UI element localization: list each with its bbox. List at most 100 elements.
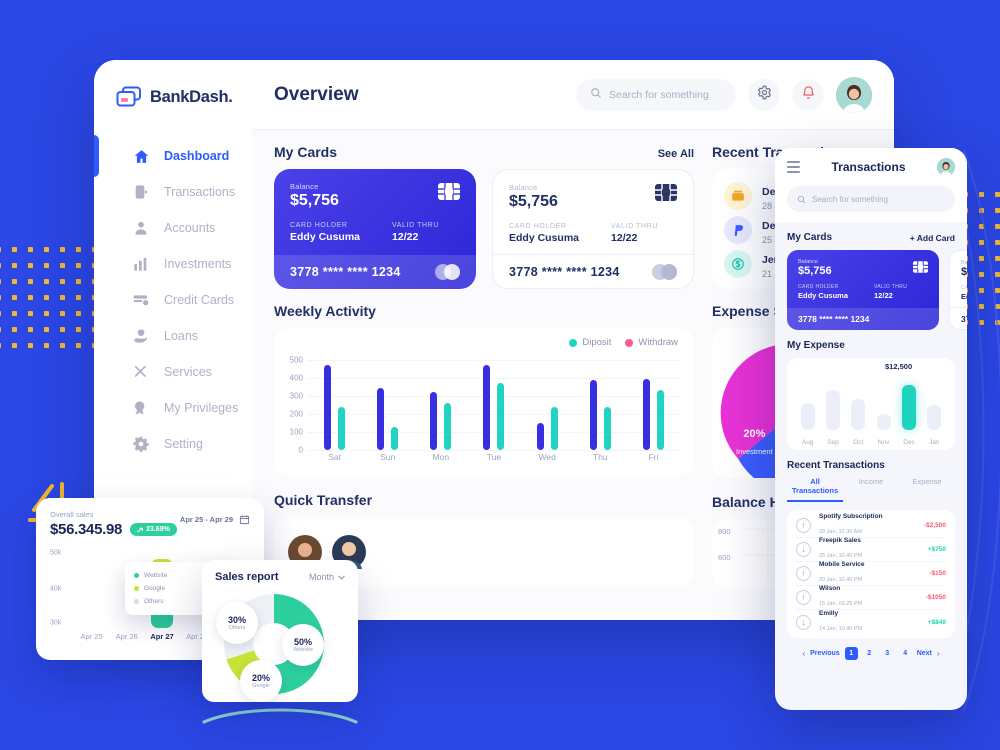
list-item[interactable]: ↑ Spotify Subscription 28 Jan, 12.30 AM … (796, 513, 946, 538)
bar-cell (922, 380, 947, 430)
phone-my-cards-header: My Cards + Add Card (787, 232, 955, 243)
sidebar-item-services[interactable]: Services (94, 354, 252, 390)
y-tick: 30k (50, 619, 62, 627)
hamburger-icon[interactable] (787, 161, 800, 173)
balance-value: $5,756 (290, 192, 339, 209)
my-cards-title: My Cards (274, 144, 338, 160)
pagination: ‹ Previous 1 2 3 4 Next › (787, 638, 955, 670)
weekly-activity-header: Weekly Activity (274, 303, 694, 319)
page-4[interactable]: 4 (899, 647, 912, 660)
phone-recent-transactions-section: Recent Transactions All Transactions Inc… (775, 450, 967, 670)
tooltip-label: Website (144, 572, 168, 579)
bar-group (467, 360, 520, 450)
previous-button[interactable]: Previous (810, 650, 840, 657)
mobile-transactions-panel: Transactions Search for something My Car… (775, 148, 967, 710)
bar-chart-icon (132, 255, 150, 273)
donut-label-google: 20% Google (240, 660, 282, 702)
tab-expense[interactable]: Expense (899, 477, 955, 502)
transaction-name: Emilly (819, 609, 839, 617)
legend-label: Withdraw (638, 337, 678, 348)
transaction-date: 28 Jan, 12.30 AM (819, 529, 862, 535)
tab-all-transactions[interactable]: All Transactions (787, 477, 843, 502)
transaction-amount: -$150 (929, 570, 946, 577)
search-input[interactable]: Search for something (576, 78, 736, 111)
search-input[interactable]: Search for something (787, 186, 955, 212)
sidebar-item-accounts[interactable]: Accounts (94, 210, 252, 246)
settings-button[interactable] (748, 78, 780, 111)
arrow-up-icon: ↑ (796, 518, 811, 533)
top-bar: Overview Search for something (252, 60, 894, 130)
y-axis: 500 400 300 200 100 0 (284, 356, 306, 455)
page-1[interactable]: 1 (844, 647, 858, 660)
sidebar-item-my-privileges[interactable]: My Privileges (94, 390, 252, 426)
chevron-down-icon (338, 575, 345, 580)
page-3[interactable]: 3 (881, 647, 894, 660)
x-tick: Aug (801, 439, 814, 446)
card-holder-name: Eddy Cusuma (798, 291, 849, 300)
quick-transfer-title: Quick Transfer (274, 492, 373, 508)
valid-thru-value: 12/22 (874, 291, 893, 300)
add-card-button[interactable]: + Add Card (910, 233, 955, 243)
paypal-icon (724, 216, 752, 244)
sidebar-item-dashboard[interactable]: Dashboard (94, 135, 252, 177)
x-tick: Sat (328, 452, 341, 462)
legend-deposit: Diposit (569, 337, 611, 348)
chip-icon (655, 184, 677, 201)
card-holder-name: Eddy Cu (961, 292, 967, 301)
list-item[interactable]: ↓ Emilly 14 Jan, 10.40 PM +$840 (796, 610, 946, 634)
bank-cards-logo-icon (116, 86, 142, 108)
balance-value: $5,756 (509, 193, 558, 210)
balance-value: $5,756 (798, 265, 832, 277)
list-item[interactable]: ↓ Freepik Sales 25 Jan, 10.40 PM +$750 (796, 537, 946, 562)
x-tick-active: Apr 27 (150, 632, 174, 641)
brand: BankDash. (94, 60, 252, 108)
period-value: Month (308, 572, 334, 582)
sidebar-item-loans[interactable]: Loans (94, 318, 252, 354)
credit-card-secondary[interactable]: Balance $5,756 CARD HOLDER Eddy Cusuma V… (492, 169, 694, 289)
chip-icon (913, 260, 928, 273)
bars (795, 380, 947, 430)
sidebar-item-credit-cards[interactable]: Credit Cards (94, 282, 252, 318)
x-axis: Sat Sun Mon Tue Wed Thu Fri (308, 452, 680, 468)
page-2[interactable]: 2 (863, 647, 876, 660)
avatar[interactable] (937, 158, 955, 176)
x-tick: Nov (877, 439, 890, 446)
card-holder-name: Eddy Cusuma (509, 232, 580, 244)
balance-label: Balance (961, 260, 967, 266)
transaction-amount: +$750 (927, 546, 946, 553)
bar-cell (74, 550, 109, 628)
trend-up-icon (137, 527, 143, 532)
wallet-icon (724, 182, 752, 210)
sidebar-item-setting[interactable]: Setting (94, 426, 252, 462)
phone-credit-card-primary[interactable]: Balance $5,756 CARD HOLDER Eddy Cusuma V… (787, 250, 939, 330)
transaction-amount: -$2,500 (923, 522, 946, 529)
date-range-picker[interactable]: Apr 25 - Apr 29 (180, 514, 250, 525)
x-axis: Aug Sep Oct Nov Dec Jan (795, 439, 947, 446)
highlight-label: $12,500 (885, 362, 913, 371)
phone-title: Transactions (831, 160, 906, 174)
list-item[interactable]: ↑ Mobile Service 20 Jan, 10.40 PM -$150 (796, 561, 946, 586)
sidebar-item-transactions[interactable]: Transactions (94, 174, 252, 210)
sidebar-item-investments[interactable]: Investments (94, 246, 252, 282)
notification-button[interactable] (792, 78, 824, 111)
user-icon (132, 219, 150, 237)
arrow-up-icon: ↑ (796, 590, 811, 605)
tab-income[interactable]: Income (843, 477, 899, 502)
transactions-list: ↑ Spotify Subscription 28 Jan, 12.30 AM … (787, 510, 955, 638)
date-range-label: Apr 25 - Apr 29 (179, 515, 233, 524)
next-button[interactable]: Next (917, 650, 932, 657)
arrow-down-icon: ↓ (796, 614, 811, 630)
x-tick: Dec (903, 439, 915, 446)
weekly-activity-chart: Diposit Withdraw 500 400 300 200 100 0 S… (274, 328, 694, 476)
avatar[interactable] (836, 76, 872, 113)
weekly-activity-title: Weekly Activity (274, 303, 376, 319)
period-select[interactable]: Month (309, 572, 345, 582)
y-tick: 0 (298, 445, 303, 455)
credit-card-primary[interactable]: Balance $5,756 CARD HOLDER Eddy Cusuma V… (274, 169, 476, 289)
bar-group (308, 360, 361, 450)
list-item[interactable]: ↑ Wilson 15 Jan, 03.29 PM -$1050 (796, 585, 946, 610)
see-all-link[interactable]: See All (658, 148, 694, 160)
valid-thru-label: VALID THRU (392, 222, 439, 229)
y-tick: 200 (289, 409, 303, 419)
phone-credit-card-secondary[interactable]: Balance $5,756 CARD HOLDER Eddy Cu 3778 … (949, 250, 967, 330)
